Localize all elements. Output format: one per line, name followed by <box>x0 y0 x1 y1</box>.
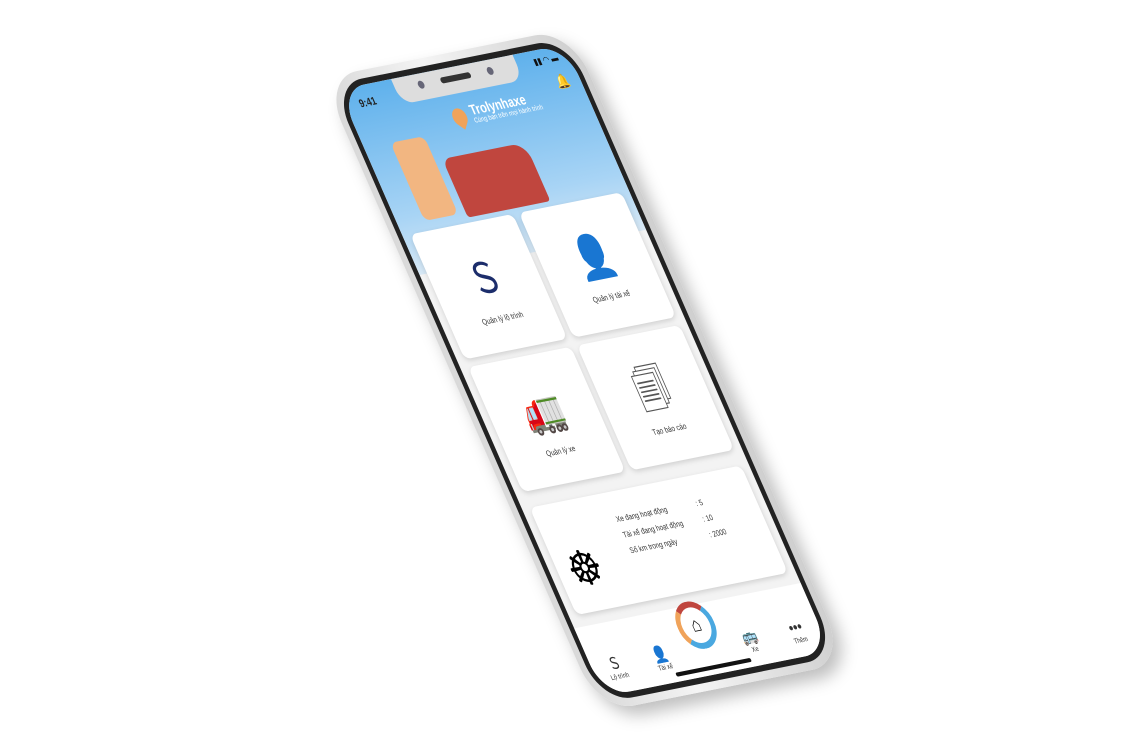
card-label: Quản lý lộ trình <box>480 309 525 327</box>
nav-drivers[interactable]: 👤 Tài xế <box>637 641 686 675</box>
bus-icon: 🚌 <box>738 627 762 647</box>
truck-icon: 🚛 <box>513 383 573 438</box>
card-label: Quản lý xe <box>544 443 577 458</box>
nav-vehicles[interactable]: 🚌 Xe <box>727 623 776 657</box>
phone-mockup: 9:41 ▮▮ ◠ ▬ 🔔 Trolynhaxe Cùng bạn trên m… <box>322 28 848 713</box>
card-label: Tạo báo cáo <box>650 421 688 437</box>
nav-routes[interactable]: Ｓ Lộ trình <box>590 646 641 684</box>
status-time: 9:41 <box>357 95 379 111</box>
home-icon: ⌂ <box>686 613 705 637</box>
bell-icon[interactable]: 🔔 <box>553 72 573 91</box>
nav-more[interactable]: ••• Thêm <box>773 616 821 648</box>
card-label: Quản lý tài xế <box>590 288 632 305</box>
truck-illustration <box>442 142 551 218</box>
phone-hand-illustration <box>390 136 459 221</box>
phone-bezel: 9:41 ▮▮ ◠ ▬ 🔔 Trolynhaxe Cùng bạn trên m… <box>331 37 838 704</box>
app-screen: 9:41 ▮▮ ◠ ▬ 🔔 Trolynhaxe Cùng bạn trên m… <box>338 44 831 697</box>
location-pin-icon <box>450 104 470 130</box>
driver-icon: 👤 <box>563 229 624 283</box>
menu-grid: Ｓ Quản lý lộ trình 👤 Quản lý tài xế 🚛 Quản … <box>410 192 735 493</box>
documents-icon: 🗐 <box>625 362 678 415</box>
brand: Trolynhaxe Cùng bạn trên mọi hành trình <box>466 89 544 125</box>
road-icon: Ｓ <box>459 251 511 304</box>
signal-wifi-battery-icon: ▮▮ ◠ ▬ <box>531 52 560 68</box>
steering-wheel-icon: ☸ <box>558 540 613 599</box>
road-icon: Ｓ <box>605 654 625 674</box>
